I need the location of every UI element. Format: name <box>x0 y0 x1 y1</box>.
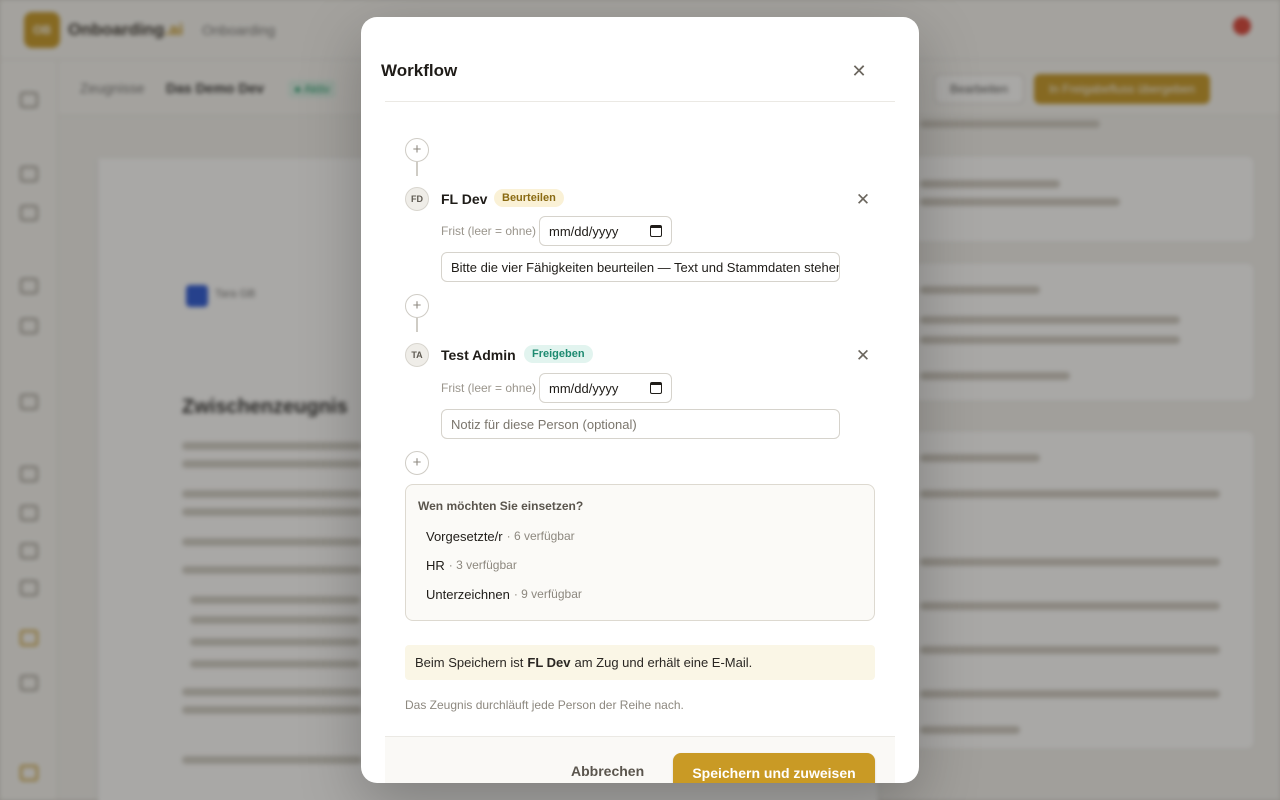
date-input-value: mm/dd/yyyy <box>549 223 619 239</box>
note-input[interactable]: Bitte die vier Fähigkeiten beurteilen — … <box>441 252 840 282</box>
picker-option-signer[interactable]: Unterzeichnen · 9 verfügbar <box>416 583 592 605</box>
option-label: Vorgesetzte/r <box>426 528 503 544</box>
sequence-hint: Das Zeugnis durchläuft jede Person der R… <box>405 698 684 712</box>
deadline-label: Frist (leer = ohne) <box>441 224 537 238</box>
info-suffix: am Zug und erhält eine E-Mail. <box>574 655 753 670</box>
dialog-header <box>385 17 895 102</box>
picker-option-hr[interactable]: HR · 3 verfügbar <box>416 554 527 576</box>
option-label: HR <box>426 557 445 573</box>
option-label: Unterzeichnen <box>426 586 510 602</box>
add-step-button[interactable]: + <box>405 451 429 475</box>
add-step-button[interactable]: + <box>405 294 429 318</box>
option-availability: · 3 verfügbar <box>448 558 517 572</box>
workflow-dialog: Workflow ✕ + FD FL Dev Beurteilen ✕ Fris… <box>361 17 919 783</box>
option-availability: · 9 verfügbar <box>513 587 582 601</box>
picker-title: Wen möchten Sie einsetzen? <box>418 499 584 513</box>
save-and-assign-button[interactable]: Speichern und zuweisen <box>673 753 875 783</box>
add-step-button[interactable]: + <box>405 138 429 162</box>
info-prefix: Beim Speichern ist <box>415 655 524 670</box>
avatar: TA <box>405 343 429 367</box>
calendar-icon[interactable] <box>650 382 662 394</box>
step-connector <box>416 162 418 176</box>
option-availability: · 6 verfügbar <box>506 529 575 543</box>
next-assignee-info: Beim Speichern ist FL Dev am Zug und erh… <box>405 645 875 680</box>
role-badge: Beurteilen <box>494 189 564 207</box>
step-person-name: FL Dev <box>441 191 488 207</box>
cancel-button[interactable]: Abbrechen <box>571 763 644 779</box>
deadline-date-input[interactable]: mm/dd/yyyy <box>539 216 672 246</box>
avatar: FD <box>405 187 429 211</box>
deadline-label: Frist (leer = ohne) <box>441 381 537 395</box>
step-person-name: Test Admin <box>441 347 516 363</box>
info-person: FL Dev <box>527 655 571 670</box>
close-icon[interactable]: ✕ <box>850 62 868 80</box>
deadline-date-input[interactable]: mm/dd/yyyy <box>539 373 672 403</box>
picker-option-supervisor[interactable]: Vorgesetzte/r · 6 verfügbar <box>416 525 585 547</box>
remove-step-icon[interactable]: ✕ <box>855 191 871 208</box>
step-connector <box>416 318 418 332</box>
assignee-picker: Wen möchten Sie einsetzen? Vorgesetzte/r… <box>405 484 875 621</box>
dialog-title: Workflow <box>381 61 458 80</box>
calendar-icon[interactable] <box>650 225 662 237</box>
remove-step-icon[interactable]: ✕ <box>855 347 871 364</box>
role-badge: Freigeben <box>524 345 593 363</box>
note-input[interactable]: Notiz für diese Person (optional) <box>441 409 840 439</box>
date-input-value: mm/dd/yyyy <box>549 380 619 396</box>
